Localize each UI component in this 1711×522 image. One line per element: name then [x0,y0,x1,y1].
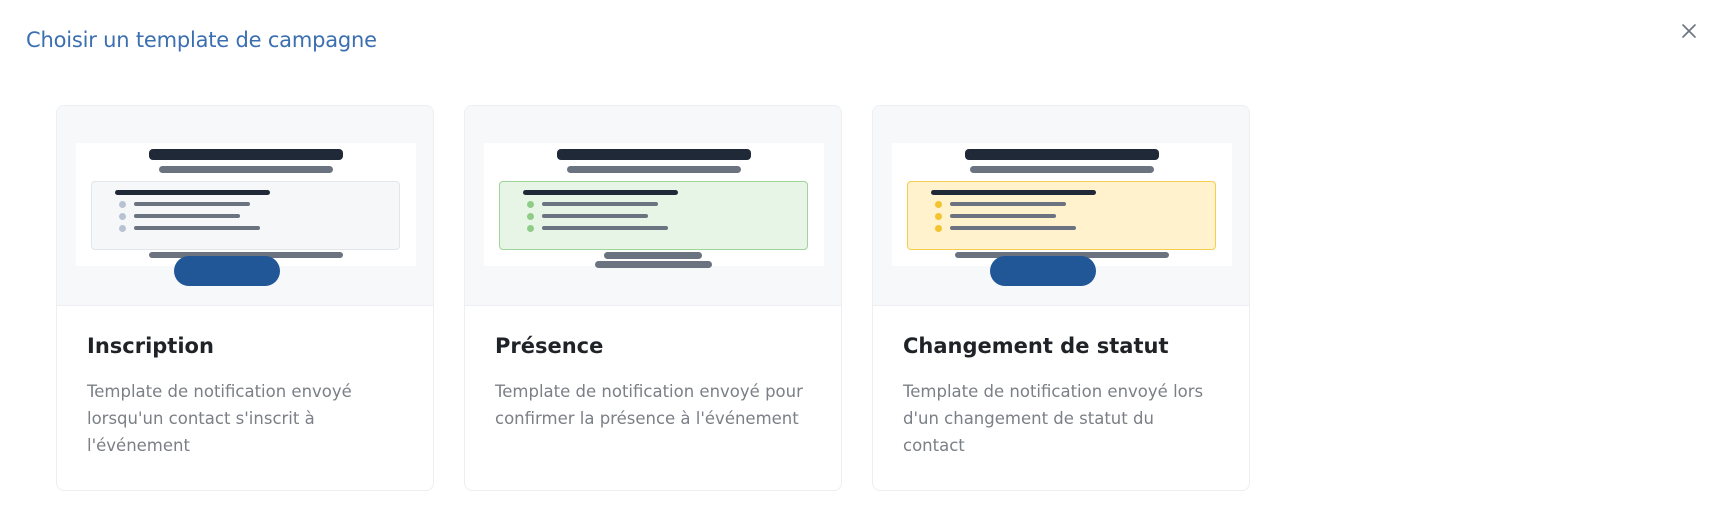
template-card-presence[interactable]: Présence Template de notification envoyé… [464,105,842,491]
email-preview-illustration [484,143,824,268]
template-preview [873,106,1249,306]
template-description: Template de notification envoyé lors d'u… [903,382,1204,455]
template-card-inscription[interactable]: Inscription Template de notification env… [56,105,434,491]
preview-content-box [907,181,1216,250]
template-description: Template de notification envoyé pour con… [495,382,803,428]
template-description: Template de notification envoyé lorsqu'u… [87,382,352,455]
email-preview-illustration [892,143,1232,266]
template-picker-modal: Choisir un template de campagne Inscript… [0,0,1711,522]
template-card-changement-statut[interactable]: Changement de statut Template de notific… [872,105,1250,491]
template-title: Présence [495,334,604,358]
email-preview-illustration [76,143,416,266]
template-title: Changement de statut [903,334,1169,358]
close-icon [1682,24,1696,38]
preview-cta-button [990,256,1096,286]
close-button[interactable] [1678,20,1700,42]
template-preview [57,106,433,306]
modal-title: Choisir un template de campagne [26,28,377,52]
template-title: Inscription [87,334,214,358]
template-preview [465,106,841,306]
preview-cta-button [174,256,280,286]
template-list: Inscription Template de notification env… [56,105,1250,491]
preview-content-box [91,181,400,250]
preview-content-box [499,181,808,250]
